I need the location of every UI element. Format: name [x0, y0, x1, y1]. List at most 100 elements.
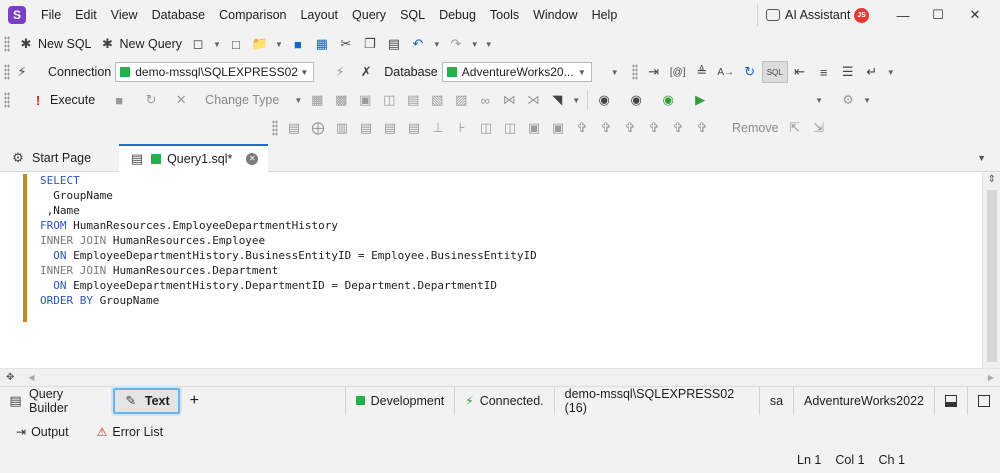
code-line[interactable]: SELECT: [40, 173, 537, 188]
user-avatar[interactable]: JS: [854, 8, 869, 23]
redo-dropdown[interactable]: ▼: [468, 40, 482, 49]
db-check-button[interactable]: ◉: [656, 89, 680, 111]
same-width-button[interactable]: ◫: [474, 117, 498, 139]
db-sync-button[interactable]: ◉: [624, 89, 648, 111]
menu-tools[interactable]: Tools: [483, 4, 526, 26]
collapse-button[interactable]: ⇲: [807, 117, 831, 139]
vspace-dec-button[interactable]: ✞: [642, 117, 666, 139]
menu-query[interactable]: Query: [345, 4, 393, 26]
code-line[interactable]: ON EmployeeDepartmentHistory.BusinessEnt…: [40, 248, 536, 263]
menu-edit[interactable]: Edit: [68, 4, 104, 26]
change-type-button[interactable]: Change Type: [201, 89, 283, 111]
open-dropdown[interactable]: ▼: [272, 40, 286, 49]
error-list-button[interactable]: ⚠ Error List: [89, 425, 171, 439]
word-wrap-button[interactable]: ↵: [860, 61, 884, 83]
output-button[interactable]: ⇥ Output: [8, 425, 77, 439]
new-file-button[interactable]: □: [224, 33, 248, 55]
menu-layout[interactable]: Layout: [293, 4, 345, 26]
toolbar-grip[interactable]: [4, 92, 10, 108]
settings-dropdown[interactable]: ▼: [860, 96, 874, 105]
toolbar-overflow-dropdown[interactable]: ▼: [884, 68, 898, 77]
scroll-right-icon[interactable]: ▶: [988, 373, 994, 382]
table-button[interactable]: ▦: [305, 89, 329, 111]
tab-query1[interactable]: ▤ Query1.sql* ✕: [119, 143, 269, 172]
reexecute-button[interactable]: ↻: [139, 89, 163, 111]
split-view-icon[interactable]: ⇕: [988, 174, 996, 185]
menu-window[interactable]: Window: [526, 4, 584, 26]
cut-button[interactable]: ✂: [334, 33, 358, 55]
layout-bottom-button[interactable]: [934, 386, 967, 415]
database-select[interactable]: AdventureWorks20... ▼: [441, 62, 592, 82]
diagram-button[interactable]: ◥: [545, 89, 569, 111]
toolbar-grip[interactable]: [631, 64, 638, 80]
columns-button[interactable]: ◫: [377, 89, 401, 111]
align-right-button[interactable]: ▥: [330, 117, 354, 139]
horizontal-scrollbar[interactable]: ✥ ◀ ▶: [0, 368, 1000, 386]
align-center-button[interactable]: ⨁: [306, 117, 330, 139]
code-line[interactable]: INNER JOIN HumanResources.Department: [40, 263, 537, 278]
menu-help[interactable]: Help: [585, 4, 625, 26]
settings-button[interactable]: ⚙: [836, 89, 860, 111]
save-button[interactable]: ■: [286, 33, 310, 55]
tab-start-page[interactable]: ⚙ Start Page: [0, 144, 101, 172]
format-button[interactable]: ≜: [690, 61, 714, 83]
new-document-dropdown[interactable]: ▼: [210, 40, 224, 49]
toolbar-overflow-dropdown[interactable]: ▼: [482, 40, 496, 49]
db-compare-button[interactable]: ◉: [592, 89, 616, 111]
save-all-button[interactable]: ▦: [310, 33, 334, 55]
remove-button[interactable]: Remove: [728, 117, 783, 139]
redo-button[interactable]: ↷: [444, 33, 468, 55]
text-mode-button[interactable]: ✎ Text: [112, 387, 180, 414]
fit-size-button[interactable]: ▣: [546, 117, 570, 139]
code-line[interactable]: ON EmployeeDepartmentHistory.DepartmentI…: [40, 278, 537, 293]
align-left-button[interactable]: ▤: [282, 117, 306, 139]
tabs-overflow-chevron-down-icon[interactable]: ▼: [977, 153, 986, 163]
list-button[interactable]: ☰: [836, 61, 860, 83]
code-line[interactable]: INNER JOIN HumanResources.Employee: [40, 233, 537, 248]
distribute-h-button[interactable]: ⊥: [426, 117, 450, 139]
close-window-button[interactable]: ✕: [958, 4, 992, 26]
ai-assistant-button[interactable]: AI Assistant: [757, 4, 850, 26]
outdent-button[interactable]: ⇤: [788, 61, 812, 83]
toolbar-grip[interactable]: [272, 120, 278, 136]
relation-button[interactable]: ⋊: [521, 89, 545, 111]
cancel-button[interactable]: ✕: [169, 89, 193, 111]
align-middle-button[interactable]: ▤: [378, 117, 402, 139]
toolbar-grip[interactable]: [4, 64, 10, 80]
code-line[interactable]: FROM HumanResources.EmployeeDepartmentHi…: [40, 218, 537, 233]
refresh-button[interactable]: ↻: [738, 61, 762, 83]
minimize-button[interactable]: —: [886, 4, 920, 26]
join-button[interactable]: ⋈: [497, 89, 521, 111]
indent-button[interactable]: ⇥: [642, 61, 666, 83]
same-height-button[interactable]: ◫: [498, 117, 522, 139]
query-builder-button[interactable]: ▤ Query Builder: [0, 387, 109, 415]
cells-button[interactable]: ▨: [449, 89, 473, 111]
vertical-scrollbar[interactable]: ⇕: [982, 172, 1000, 368]
layout-button[interactable]: ▧: [425, 89, 449, 111]
copy-button[interactable]: ❐: [358, 33, 382, 55]
rows-button[interactable]: ▤: [401, 89, 425, 111]
execute-button[interactable]: ! Execute: [26, 89, 99, 111]
menu-comparison[interactable]: Comparison: [212, 4, 293, 26]
space-remove-button[interactable]: ✞: [690, 117, 714, 139]
split-horizontal-icon[interactable]: ✥: [6, 372, 14, 383]
grid-button[interactable]: ▩: [329, 89, 353, 111]
code-line[interactable]: ,Name: [40, 203, 537, 218]
undo-dropdown[interactable]: ▼: [430, 40, 444, 49]
align-bottom-button[interactable]: ▤: [402, 117, 426, 139]
hspace-inc-button[interactable]: ✞: [570, 117, 594, 139]
menu-view[interactable]: View: [104, 4, 145, 26]
layout-full-button[interactable]: [967, 386, 1000, 415]
distribute-v-button[interactable]: ⊦: [450, 117, 474, 139]
run-button[interactable]: ▶: [688, 89, 712, 111]
sql-editor[interactable]: SELECT GroupName ,Name FROM HumanResource…: [0, 172, 1000, 368]
space-equal-button[interactable]: ✞: [666, 117, 690, 139]
sql-mode-button[interactable]: SQL: [761, 61, 788, 83]
code-line[interactable]: ORDER BY GroupName: [40, 293, 537, 308]
open-button[interactable]: 📁: [248, 33, 272, 55]
hspace-dec-button[interactable]: ✞: [594, 117, 618, 139]
maximize-button[interactable]: ☐: [921, 4, 955, 26]
toolbar-grip[interactable]: [4, 36, 10, 52]
scroll-left-icon[interactable]: ◀: [28, 373, 34, 382]
add-view-icon[interactable]: +: [184, 392, 205, 410]
